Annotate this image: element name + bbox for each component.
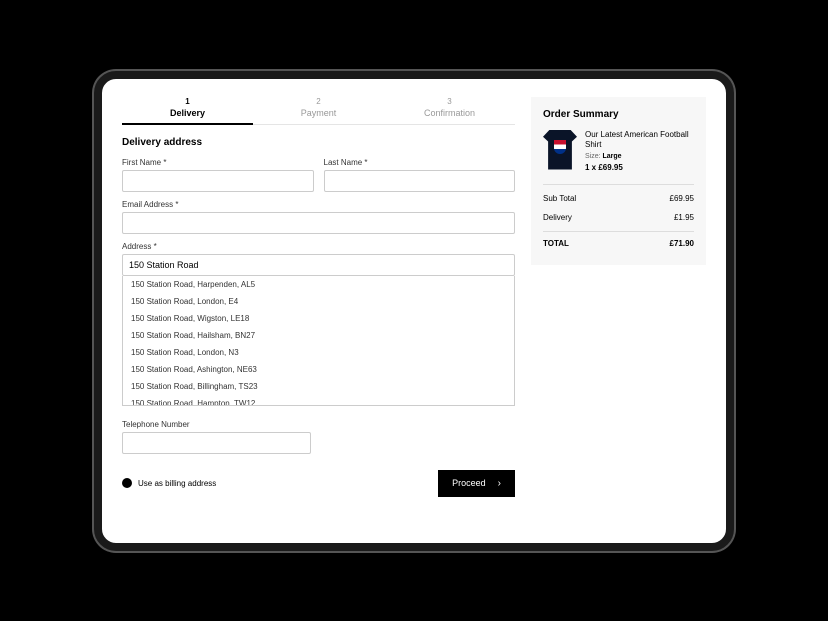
checkout-screen: 1 Delivery 2 Payment 3 Confirmation Deli… bbox=[102, 79, 726, 543]
step-number: 3 bbox=[384, 97, 515, 106]
address-suggestion[interactable]: 150 Station Road, Harpenden, AL5 bbox=[123, 276, 514, 293]
phone-field-wrap: Telephone Number bbox=[122, 420, 311, 454]
product-name: Our Latest American Football Shirt bbox=[585, 130, 694, 151]
row-value: £69.95 bbox=[670, 194, 694, 203]
last-name-label: Last Name * bbox=[324, 158, 516, 167]
first-name-field-wrap: First Name * bbox=[122, 158, 314, 192]
email-label: Email Address * bbox=[122, 200, 515, 209]
row-value: £1.95 bbox=[674, 213, 694, 222]
step-confirmation[interactable]: 3 Confirmation bbox=[384, 97, 515, 124]
summary-title: Order Summary bbox=[543, 109, 694, 120]
proceed-button[interactable]: Proceed › bbox=[438, 470, 515, 497]
address-input[interactable] bbox=[122, 254, 515, 276]
proceed-label: Proceed bbox=[452, 478, 486, 488]
address-suggestion[interactable]: 150 Station Road, Hailsham, BN27 bbox=[123, 327, 514, 344]
chevron-right-icon: › bbox=[498, 478, 501, 489]
step-label: Delivery bbox=[170, 108, 205, 118]
address-label: Address * bbox=[122, 242, 515, 251]
address-suggestion[interactable]: 150 Station Road, Ashington, NE63 bbox=[123, 361, 514, 378]
row-label: Sub Total bbox=[543, 194, 576, 203]
first-name-label: First Name * bbox=[122, 158, 314, 167]
progress-steps: 1 Delivery 2 Payment 3 Confirmation bbox=[122, 97, 515, 125]
summary-row-subtotal: Sub Total £69.95 bbox=[543, 189, 694, 208]
row-label: Delivery bbox=[543, 213, 572, 222]
address-suggestion[interactable]: 150 Station Road, London, N3 bbox=[123, 344, 514, 361]
first-name-input[interactable] bbox=[122, 170, 314, 192]
address-suggestion[interactable]: 150 Station Road, Wigston, LE18 bbox=[123, 310, 514, 327]
step-number: 2 bbox=[253, 97, 384, 106]
address-suggestion[interactable]: 150 Station Road, Hampton, TW12 bbox=[123, 395, 514, 406]
section-heading: Delivery address bbox=[122, 137, 515, 148]
product-thumbnail bbox=[543, 130, 577, 170]
email-input[interactable] bbox=[122, 212, 515, 234]
phone-label: Telephone Number bbox=[122, 420, 311, 429]
step-delivery[interactable]: 1 Delivery bbox=[122, 97, 253, 124]
step-payment[interactable]: 2 Payment bbox=[253, 97, 384, 124]
radio-icon bbox=[122, 478, 132, 488]
tablet-frame: 1 Delivery 2 Payment 3 Confirmation Deli… bbox=[94, 71, 734, 551]
divider bbox=[543, 184, 694, 185]
total-value: £71.90 bbox=[670, 239, 694, 248]
billing-toggle[interactable]: Use as billing address bbox=[122, 478, 216, 488]
product-size: Size: Large bbox=[585, 153, 694, 160]
last-name-input[interactable] bbox=[324, 170, 516, 192]
product-qty-price: 1 x £69.95 bbox=[585, 163, 694, 172]
email-field-wrap: Email Address * bbox=[122, 200, 515, 234]
address-suggestions-dropdown: 150 Station Road, Harpenden, AL5 150 Sta… bbox=[122, 276, 515, 406]
checkout-form-column: 1 Delivery 2 Payment 3 Confirmation Deli… bbox=[122, 97, 515, 525]
phone-input[interactable] bbox=[122, 432, 311, 454]
step-label: Payment bbox=[301, 108, 337, 118]
address-field-wrap: Address * 150 Station Road, Harpenden, A… bbox=[122, 242, 515, 276]
order-summary-panel: Order Summary Our Latest American Footba… bbox=[531, 97, 706, 266]
step-label: Confirmation bbox=[424, 108, 475, 118]
total-label: TOTAL bbox=[543, 239, 569, 248]
last-name-field-wrap: Last Name * bbox=[324, 158, 516, 192]
summary-product: Our Latest American Football Shirt Size:… bbox=[543, 130, 694, 173]
address-suggestion[interactable]: 150 Station Road, London, E4 bbox=[123, 293, 514, 310]
billing-label: Use as billing address bbox=[138, 479, 216, 488]
address-suggestion[interactable]: 150 Station Road, Billingham, TS23 bbox=[123, 378, 514, 395]
summary-row-delivery: Delivery £1.95 bbox=[543, 208, 694, 227]
summary-row-total: TOTAL £71.90 bbox=[543, 231, 694, 253]
step-number: 1 bbox=[122, 97, 253, 106]
product-info: Our Latest American Football Shirt Size:… bbox=[585, 130, 694, 173]
